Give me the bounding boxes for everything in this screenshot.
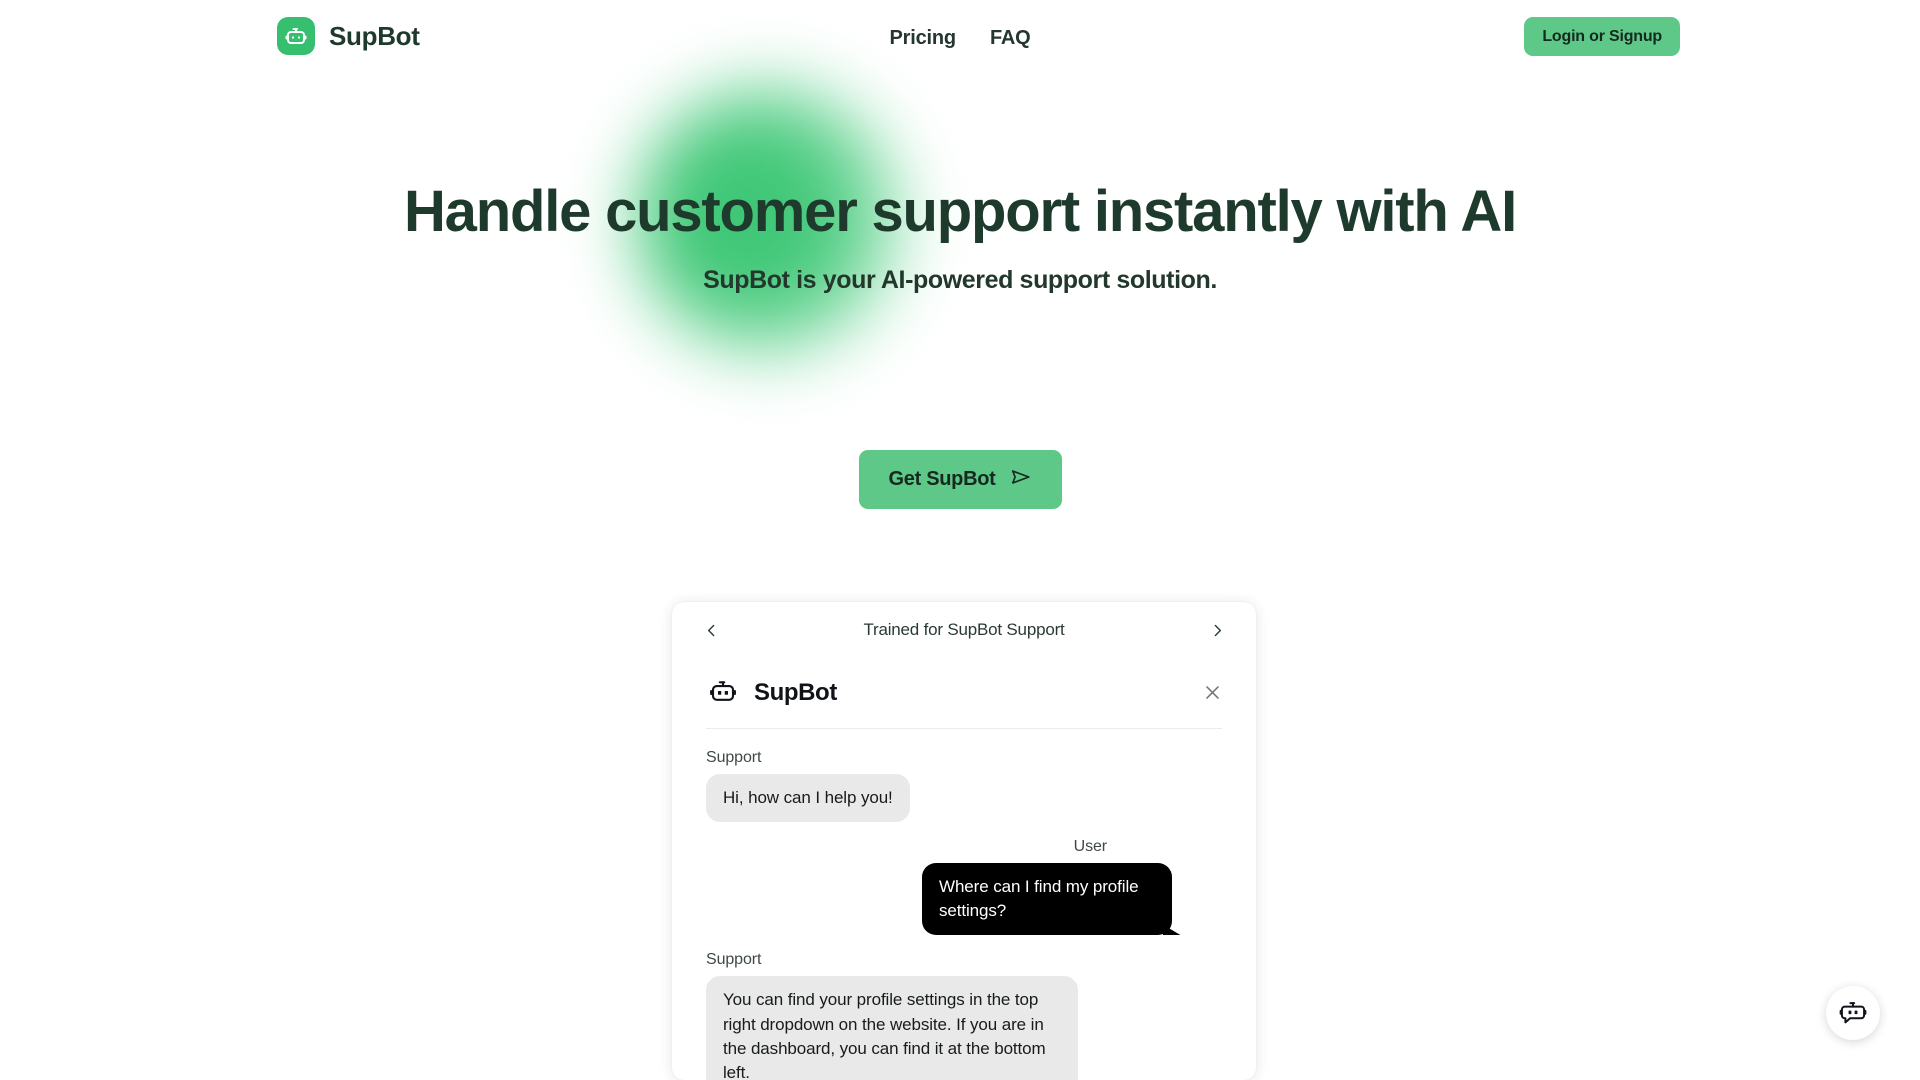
carousel-header: Trained for SupBot Support (672, 602, 1256, 658)
chevron-left-icon[interactable] (698, 617, 724, 643)
nav-links: Pricing FAQ (890, 27, 1031, 50)
chat-message-support-2: Support You can find your profile settin… (706, 951, 1222, 1080)
robot-icon (277, 17, 315, 55)
get-supbot-label: Get SupBot (888, 468, 996, 490)
chevron-right-icon[interactable] (1204, 617, 1230, 643)
hero-subtitle: SupBot is your AI-powered support soluti… (703, 265, 1217, 294)
message-bubble: You can find your profile settings in th… (706, 976, 1078, 1080)
chat-card-header: SupBot (672, 658, 1256, 728)
hero-cta-container: Get SupBot (0, 450, 1920, 509)
close-icon[interactable] (1199, 679, 1225, 705)
get-supbot-button[interactable]: Get SupBot (858, 450, 1062, 509)
chat-message-list: Support Hi, how can I help you! User Whe… (672, 729, 1256, 1080)
message-sender-label: Support (706, 951, 762, 969)
chat-demo-card: Trained for SupBot Support SupBot Suppor… (672, 602, 1256, 1080)
carousel-title: Trained for SupBot Support (863, 620, 1065, 639)
chat-message-user-1: User Where can I find my profile setting… (706, 838, 1222, 936)
page-title: Handle customer support instantly with A… (404, 179, 1517, 244)
chat-card-title: SupBot (754, 679, 837, 706)
nav-link-faq[interactable]: FAQ (990, 27, 1031, 50)
brand-name: SupBot (329, 20, 420, 51)
message-bubble: Hi, how can I help you! (706, 774, 910, 823)
login-or-signup-button[interactable]: Login or Signup (1524, 17, 1680, 56)
send-icon (1010, 466, 1032, 494)
chat-message-support-1: Support Hi, how can I help you! (706, 749, 1222, 823)
message-bubble: Where can I find my profile settings? (922, 863, 1172, 936)
nav-link-pricing[interactable]: Pricing (890, 27, 957, 50)
hero-section: Handle customer support instantly with A… (0, 180, 1920, 295)
page-root: SupBot Pricing FAQ Login or Signup Handl… (0, 0, 1920, 1080)
brand-logo-link[interactable]: SupBot (277, 17, 420, 55)
message-sender-label: Support (706, 749, 762, 766)
chat-bot-icon[interactable] (1826, 986, 1880, 1040)
top-navigation-bar: SupBot Pricing FAQ Login or Signup (0, 0, 1920, 80)
robot-icon (708, 676, 738, 711)
message-sender-label: User (1073, 838, 1107, 856)
